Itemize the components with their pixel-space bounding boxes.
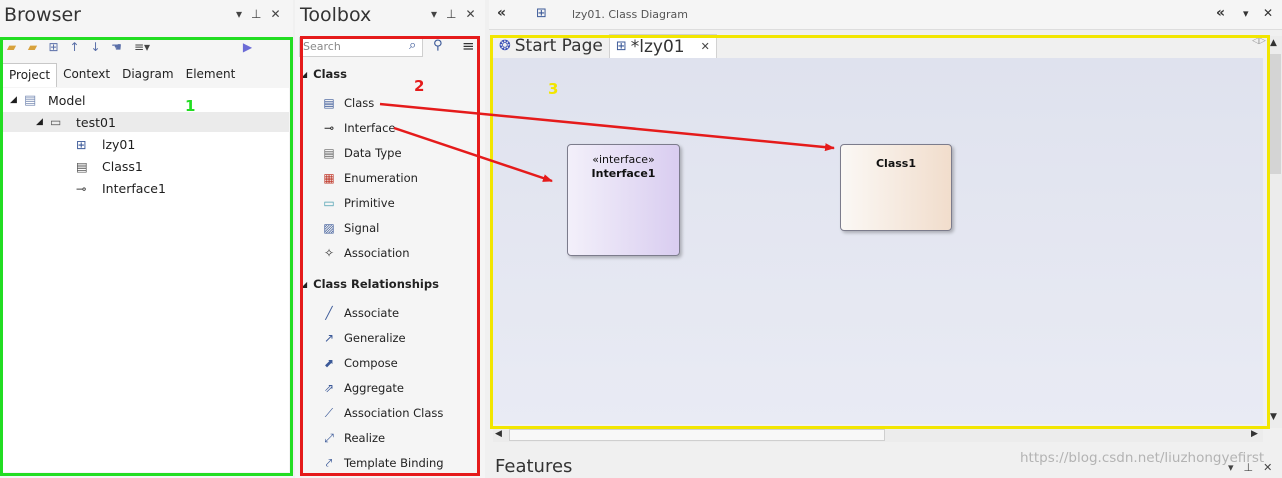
arrow-class-to-class1 (379, 102, 835, 152)
annotation-arrows (379, 102, 835, 183)
arrow-interface-to-interface1 (393, 126, 553, 183)
